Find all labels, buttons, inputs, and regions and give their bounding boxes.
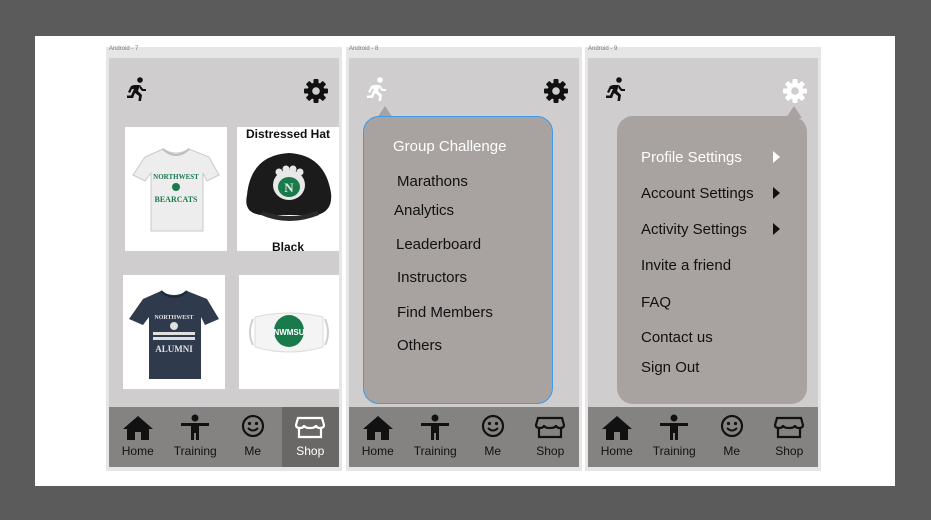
chevron-right-icon <box>773 187 780 199</box>
storefront-icon <box>295 416 326 439</box>
menu-item-profile-settings[interactable]: Profile Settings <box>641 149 742 166</box>
smiley-icon <box>720 414 743 438</box>
home-icon <box>362 416 393 440</box>
person-arms-out-icon <box>660 414 689 440</box>
menu-item-faq[interactable]: FAQ <box>641 294 671 311</box>
menu-item-activity-settings[interactable]: Activity Settings <box>641 221 747 238</box>
menu-item-instructors[interactable]: Instructors <box>397 269 467 286</box>
home-icon <box>601 416 632 440</box>
mask-text: NWMSU <box>273 328 304 337</box>
nav-me[interactable]: Me <box>224 407 282 467</box>
frame-label: Android - 7 <box>109 46 139 52</box>
menu-item-account-settings[interactable]: Account Settings <box>641 185 754 202</box>
nav-label: Me <box>723 444 741 458</box>
gear-icon[interactable] <box>542 77 570 105</box>
screen-training: Group Challenge Marathons Analytics Lead… <box>349 58 579 467</box>
bottom-nav: Home Training Me Shop <box>349 407 579 467</box>
frame-settings-menu: Android - 9 Profile Settings Account Set… <box>585 46 821 471</box>
training-menu: Group Challenge Marathons Analytics Lead… <box>363 116 553 404</box>
nav-label: Me <box>244 444 262 458</box>
menu-item-group-challenge[interactable]: Group Challenge <box>393 138 506 155</box>
nav-label: Home <box>600 444 633 458</box>
home-icon <box>122 416 153 440</box>
nav-label: Shop <box>536 444 565 458</box>
storefront-icon <box>774 416 805 439</box>
nav-label: Training <box>652 444 696 458</box>
settings-menu: Profile Settings Account Settings Activi… <box>617 116 807 404</box>
frame-training-menu: Android - 8 Group Challenge Marathons An… <box>346 46 582 471</box>
nav-shop[interactable]: Shop <box>281 407 339 467</box>
frame-label: Android - 9 <box>588 46 618 52</box>
nav-me[interactable]: Me <box>703 407 761 467</box>
svg-text:N: N <box>284 180 294 195</box>
running-icon[interactable] <box>365 76 389 102</box>
menu-item-analytics[interactable]: Analytics <box>394 202 454 219</box>
screen-settings: Profile Settings Account Settings Activi… <box>588 58 818 467</box>
nav-label: Training <box>413 444 457 458</box>
nav-me[interactable]: Me <box>464 407 522 467</box>
person-arms-out-icon <box>181 414 210 440</box>
nav-label: Shop <box>775 444 804 458</box>
storefront-icon <box>535 416 566 439</box>
smiley-icon <box>481 414 504 438</box>
bottom-nav: Home Training Me Shop <box>109 407 339 467</box>
nav-shop[interactable]: Shop <box>522 407 580 467</box>
nav-label: Home <box>361 444 394 458</box>
nav-label: Training <box>173 444 217 458</box>
chevron-right-icon <box>773 223 780 235</box>
chevron-right-icon <box>773 151 780 163</box>
nav-home[interactable]: Home <box>349 407 407 467</box>
product-face-mask[interactable]: NWMSU <box>239 275 339 389</box>
menu-item-find-members[interactable]: Find Members <box>397 304 493 321</box>
menu-item-invite-friend[interactable]: Invite a friend <box>641 257 731 274</box>
smiley-icon <box>241 414 264 438</box>
gear-icon[interactable] <box>302 77 330 105</box>
nav-training[interactable]: Training <box>407 407 465 467</box>
nav-home[interactable]: Home <box>109 407 167 467</box>
screen-shop: NORTHWEST BEARCATS Distressed Hat N Blac… <box>109 58 339 467</box>
frame-shop: Android - 7 NORTHWEST BEARCATS Distresse… <box>106 46 342 471</box>
menu-item-contact-us[interactable]: Contact us <box>641 329 713 346</box>
menu-item-others[interactable]: Others <box>397 337 442 354</box>
product-color: Black <box>271 240 305 251</box>
menu-item-leaderboard[interactable]: Leaderboard <box>396 236 481 253</box>
shirt1-line2: BEARCATS <box>155 195 199 204</box>
bottom-nav: Home Training Me Shop <box>588 407 818 467</box>
shirt2-line1: NORTHWEST <box>154 315 193 321</box>
nav-label: Me <box>484 444 502 458</box>
nav-label: Shop <box>296 444 325 458</box>
shirt2-line2: ALUMNI <box>155 344 193 354</box>
nav-shop[interactable]: Shop <box>761 407 819 467</box>
nav-label: Home <box>121 444 154 458</box>
product-distressed-hat[interactable]: Distressed Hat N Black <box>237 127 339 251</box>
running-icon[interactable] <box>604 76 628 102</box>
nav-training[interactable]: Training <box>167 407 225 467</box>
gear-icon[interactable] <box>781 77 809 105</box>
menu-item-sign-out[interactable]: Sign Out <box>641 359 699 376</box>
running-icon[interactable] <box>125 76 149 102</box>
shirt1-line1: NORTHWEST <box>153 173 199 181</box>
product-alumni-tshirt[interactable]: NORTHWEST ALUMNI <box>123 275 225 389</box>
product-white-tshirt[interactable]: NORTHWEST BEARCATS <box>125 127 227 251</box>
nav-training[interactable]: Training <box>646 407 704 467</box>
menu-item-marathons[interactable]: Marathons <box>397 173 468 190</box>
nav-home[interactable]: Home <box>588 407 646 467</box>
person-arms-out-icon <box>421 414 450 440</box>
frame-label: Android - 8 <box>349 46 379 52</box>
